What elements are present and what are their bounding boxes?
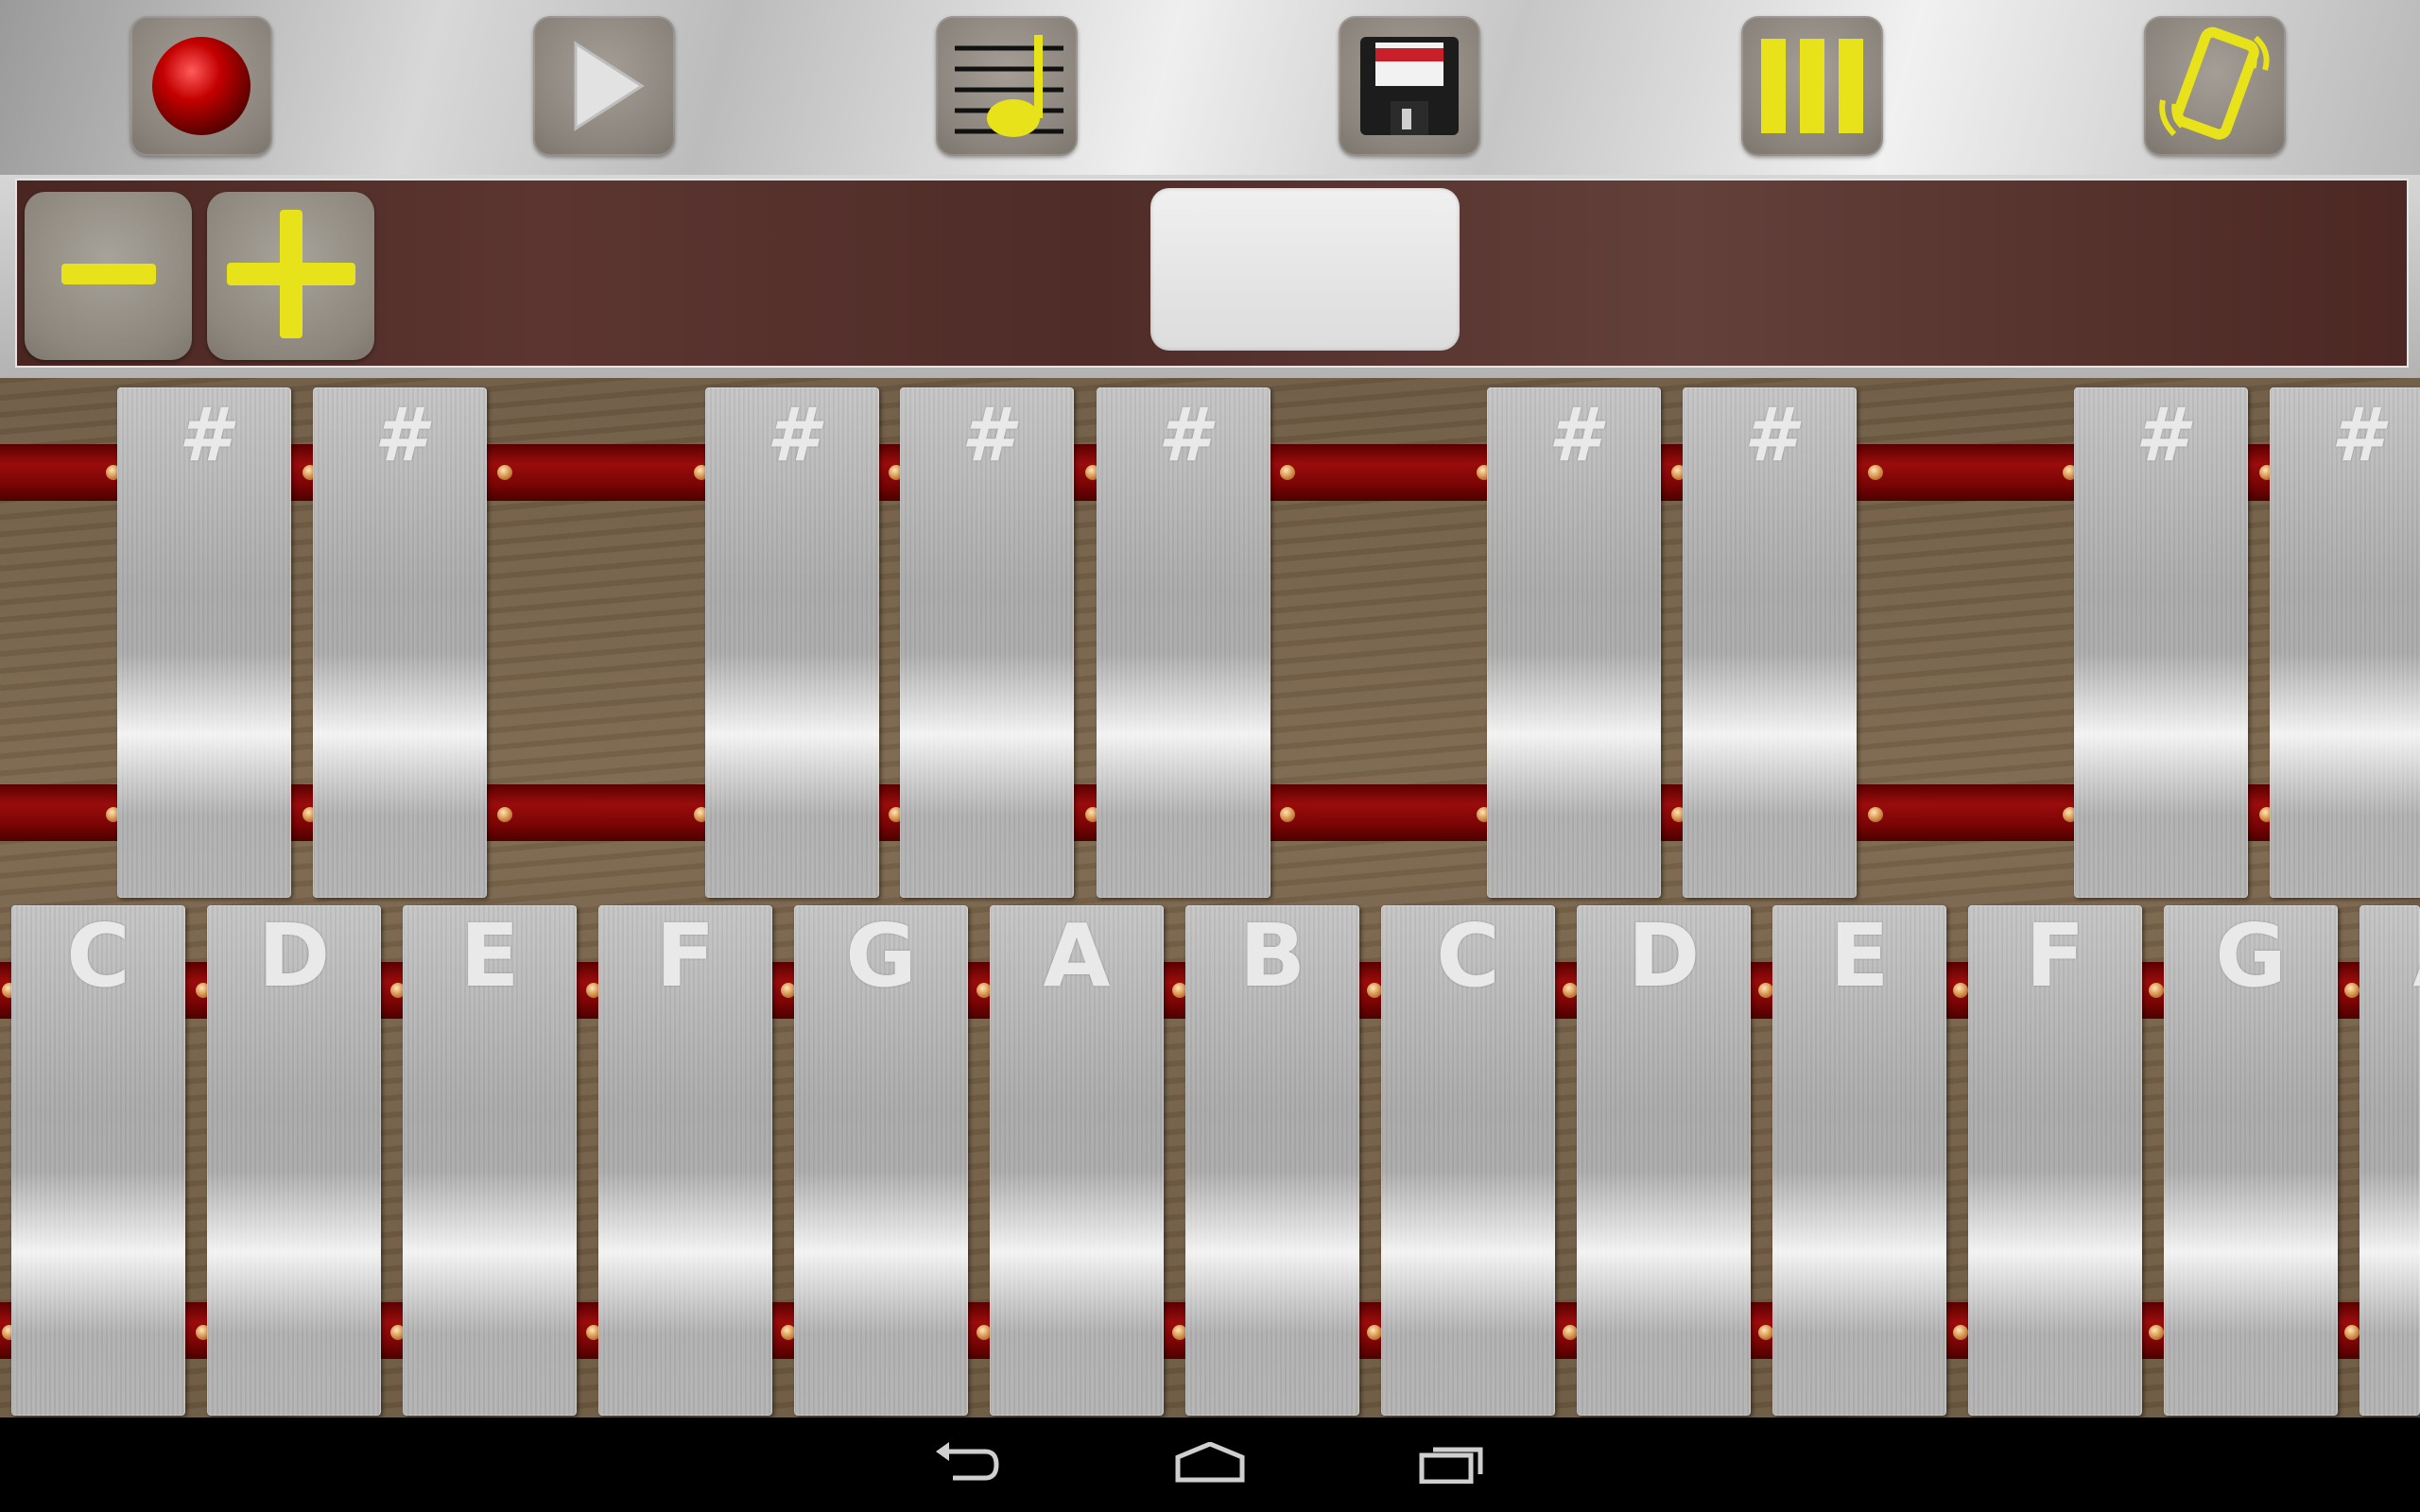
tempo-plus-button[interactable] (207, 192, 374, 360)
natural-bar-label: A (2360, 905, 2420, 1006)
natural-bar-label: A (1043, 905, 1111, 1006)
minus-icon (60, 260, 156, 293)
natural-bar-label: C (66, 905, 130, 1006)
rail-pin (1367, 983, 1382, 998)
save-button[interactable] (1339, 16, 1480, 156)
rail-pin (1758, 983, 1773, 998)
sharp-bar-1[interactable]: # (117, 387, 291, 898)
natural-bar-label: D (257, 905, 331, 1006)
natural-bar-7[interactable]: B (1185, 905, 1359, 1416)
play-button[interactable] (533, 16, 675, 156)
rail-pin (1868, 465, 1883, 480)
natural-bar-3[interactable]: E (403, 905, 577, 1416)
system-nav-bar (0, 1418, 2420, 1512)
nav-recents-button[interactable] (1395, 1436, 1509, 1493)
sharp-bar-label: # (960, 393, 1013, 478)
sharp-bar-5[interactable]: # (1097, 387, 1270, 898)
natural-bar-label: F (655, 905, 716, 1006)
natural-bar-13[interactable]: A (2360, 905, 2420, 1416)
natural-bar-label: E (459, 905, 520, 1006)
tempo-minus-button[interactable] (25, 192, 192, 360)
sharp-bar-label: # (178, 393, 231, 478)
natural-bar-9[interactable]: D (1577, 905, 1751, 1416)
record-icon (149, 34, 253, 138)
natural-bar-5[interactable]: G (794, 905, 968, 1416)
sharp-bar-label: # (2330, 393, 2383, 478)
control-bar (0, 175, 2420, 378)
natural-bar-10[interactable]: E (1772, 905, 1946, 1416)
natural-bar-label: C (1436, 905, 1500, 1006)
rail-pin (1563, 983, 1578, 998)
sharp-bar-label: # (1157, 393, 1210, 478)
natural-bar-12[interactable]: G (2164, 905, 2338, 1416)
rail-pin (2149, 983, 2164, 998)
toolbar (0, 0, 2420, 175)
rail-pin (1280, 807, 1295, 822)
back-icon (934, 1441, 1002, 1488)
sharp-bar-9[interactable]: # (2270, 387, 2420, 898)
sharp-bar-2[interactable]: # (313, 387, 487, 898)
record-button[interactable] (130, 16, 272, 156)
natural-bar-11[interactable]: F (1968, 905, 2142, 1416)
natural-bar-label: G (845, 905, 917, 1006)
rail-pin (1953, 1325, 1968, 1340)
home-icon (1174, 1440, 1246, 1488)
bars-icon (1755, 34, 1869, 138)
rail-pin (1868, 807, 1883, 822)
natural-bar-1[interactable]: C (11, 905, 185, 1416)
sharp-bar-label: # (2135, 393, 2187, 478)
sharp-bar-label: # (373, 393, 426, 478)
play-icon (557, 34, 651, 138)
rail-pin (1953, 983, 1968, 998)
sharp-bar-label: # (766, 393, 819, 478)
rotate-device-icon (2153, 25, 2276, 147)
tempo-display (1150, 188, 1460, 351)
natural-bar-label: D (1627, 905, 1701, 1006)
rail-pin (1758, 1325, 1773, 1340)
songs-button[interactable] (936, 16, 1078, 156)
rail-pin (2149, 1325, 2164, 1340)
sharp-bar-6[interactable]: # (1487, 387, 1661, 898)
sharp-bar-4[interactable]: # (900, 387, 1074, 898)
sharp-bar-label: # (1547, 393, 1600, 478)
natural-bar-label: F (2025, 905, 2085, 1006)
natural-bar-label: B (1238, 905, 1306, 1006)
recent-apps-icon (1418, 1442, 1486, 1488)
nav-home-button[interactable] (1153, 1436, 1267, 1493)
sharp-bar-3[interactable]: # (705, 387, 879, 898)
rail-pin (497, 465, 512, 480)
rotate-button[interactable] (2144, 16, 2286, 156)
natural-bar-label: G (2215, 905, 2287, 1006)
floppy-disk-icon (1353, 29, 1466, 143)
natural-bar-6[interactable]: A (990, 905, 1164, 1416)
natural-bar-8[interactable]: C (1381, 905, 1555, 1416)
rail-pin (1367, 1325, 1382, 1340)
rail-pin (497, 807, 512, 822)
rail-pin (1563, 1325, 1578, 1340)
rail-pin (2344, 1325, 2360, 1340)
layout-button[interactable] (1741, 16, 1883, 156)
rail-pin (2344, 983, 2360, 998)
rail-pin (1280, 465, 1295, 480)
music-note-icon (945, 29, 1068, 143)
sharp-bar-label: # (1743, 393, 1796, 478)
natural-bar-label: E (1829, 905, 1890, 1006)
sharp-bar-7[interactable]: # (1683, 387, 1857, 898)
natural-bar-2[interactable]: D (207, 905, 381, 1416)
nav-back-button[interactable] (911, 1436, 1025, 1493)
plus-icon (225, 208, 357, 345)
sharp-bar-8[interactable]: # (2074, 387, 2248, 898)
control-panel (15, 179, 2409, 368)
natural-bar-4[interactable]: F (598, 905, 772, 1416)
